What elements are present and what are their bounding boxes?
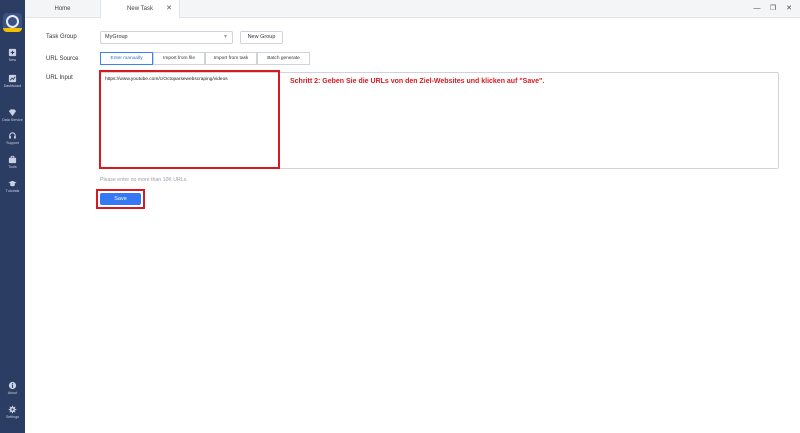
task-group-select[interactable]: MyGroup ▼ xyxy=(100,31,233,44)
sidebar-item-dashboard[interactable]: Dashboard xyxy=(0,74,25,88)
url-limit-helper: Please enter no more than 10K URLs. xyxy=(100,177,188,183)
tab-bar: Home New Task ✕ — ❐ ✕ xyxy=(25,0,800,19)
plus-square-icon xyxy=(8,48,17,57)
app-logo[interactable] xyxy=(3,13,22,32)
dashboard-icon xyxy=(8,74,17,83)
diamond-icon xyxy=(8,109,17,117)
task-group-value: MyGroup xyxy=(105,34,128,40)
annotation-highlight-url-box xyxy=(99,70,280,169)
new-group-button[interactable]: New Group xyxy=(240,31,283,44)
url-input-label: URL Input xyxy=(46,75,73,81)
sidebar-item-data-service[interactable]: Data Service xyxy=(0,108,25,122)
graduation-cap-icon xyxy=(8,180,17,187)
chevron-down-icon: ▼ xyxy=(223,34,228,40)
sidebar-item-about[interactable]: About xyxy=(0,381,25,395)
url-source-import-file[interactable]: Import from file xyxy=(153,52,205,65)
gear-icon xyxy=(8,405,17,414)
save-button[interactable]: Save xyxy=(100,193,141,205)
url-source-enter-manually[interactable]: Enter manually xyxy=(100,52,153,65)
url-source-batch-generate[interactable]: Batch generate xyxy=(257,52,310,65)
tab-label: New Task xyxy=(127,6,153,12)
sidebar-item-label: Dashboard xyxy=(3,84,22,88)
sidebar-item-new[interactable]: New xyxy=(0,48,25,62)
annotation-instruction: Schritt 2: Geben Sie die URLs von den Zi… xyxy=(290,78,545,85)
sidebar-item-tools[interactable]: Tools xyxy=(0,155,25,169)
tab-home[interactable]: Home xyxy=(25,0,100,18)
sidebar-item-support[interactable]: Support xyxy=(0,131,25,145)
sidebar-item-tutorials[interactable]: Tutorials xyxy=(0,179,25,193)
sidebar-item-label: New xyxy=(8,58,17,62)
window-close-button[interactable]: ✕ xyxy=(778,0,800,18)
sidebar-item-label: Support xyxy=(6,141,19,145)
sidebar-item-label: Data Service xyxy=(2,118,23,122)
sidebar-item-label: Settings xyxy=(6,415,19,419)
close-tab-icon[interactable]: ✕ xyxy=(166,0,172,18)
sidebar: New Dashboard Data Service Support Tools… xyxy=(0,0,25,433)
url-source-import-task[interactable]: Import from task xyxy=(205,52,257,65)
toolbox-icon xyxy=(8,155,17,164)
sidebar-item-label: About xyxy=(7,391,18,395)
sidebar-item-label: Tools xyxy=(8,165,17,169)
task-group-label: Task Group xyxy=(46,34,77,40)
sidebar-item-label: Tutorials xyxy=(5,189,20,193)
url-source-label: URL Source xyxy=(46,56,79,62)
tab-new-task[interactable]: New Task ✕ xyxy=(100,0,180,19)
info-icon xyxy=(8,381,17,390)
sidebar-item-settings[interactable]: Settings xyxy=(0,405,25,419)
headset-icon xyxy=(9,132,16,139)
